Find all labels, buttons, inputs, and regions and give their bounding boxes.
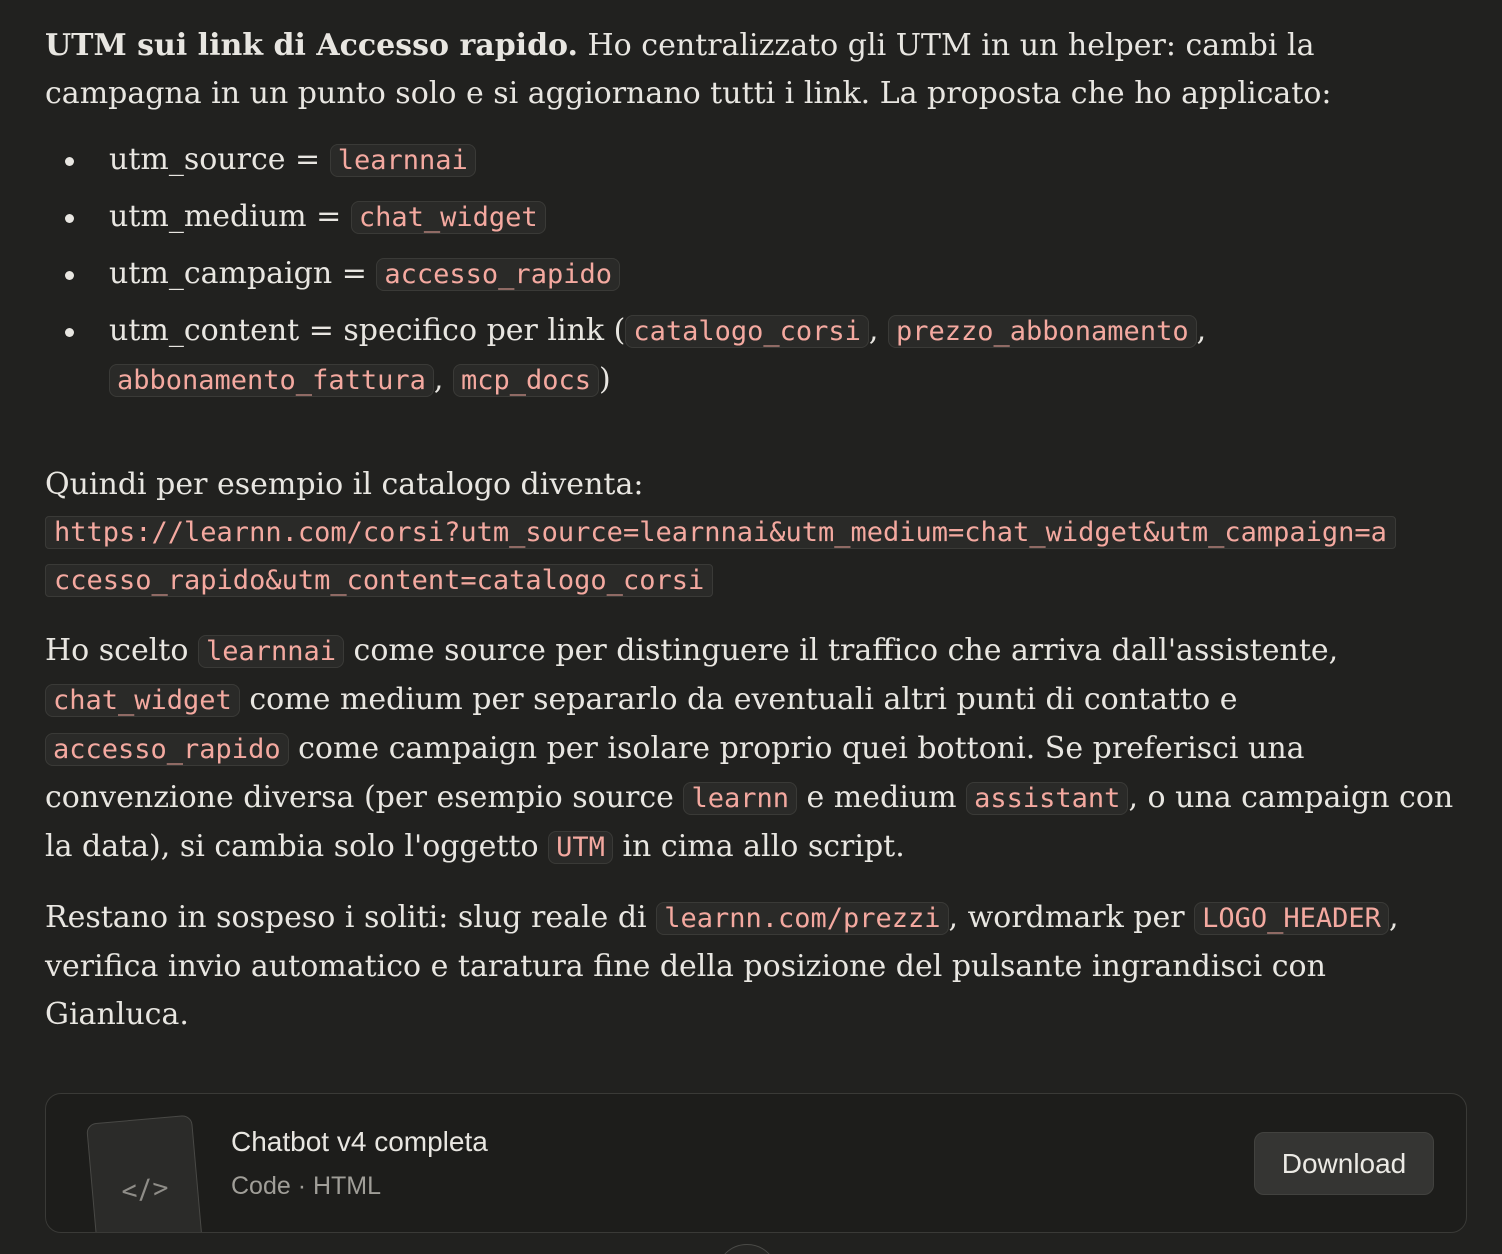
download-button[interactable]: Download: [1254, 1132, 1434, 1195]
list-item: utm_content = specifico per link (catalo…: [65, 307, 1465, 405]
list-item: utm_campaign = accesso_rapido: [65, 250, 1465, 299]
inline-code: LOGO_HEADER: [1194, 902, 1389, 935]
code-icon: </>: [86, 1114, 204, 1232]
inline-code: chat_widget: [45, 684, 240, 717]
inline-code: accesso_rapido: [45, 733, 289, 766]
inline-code: learnn.com/prezzi: [656, 902, 949, 935]
inline-code: learnnai: [197, 635, 345, 668]
artifact-title: Chatbot v4 completa: [231, 1126, 488, 1157]
inline-code: chat_widget: [350, 201, 546, 234]
intro-paragraph: UTM sui link di Accesso rapido. Ho centr…: [45, 22, 1465, 118]
pending-paragraph: Restano in sospeso i soliti: slug reale …: [45, 900, 1399, 1032]
inline-code: abbonamento_fattura: [109, 364, 434, 397]
message-content: UTM sui link di Accesso rapido. Ho centr…: [45, 22, 1465, 1039]
inline-code: accesso_rapido: [376, 258, 620, 291]
intro-heading: UTM sui link di Accesso rapido.: [45, 28, 578, 63]
choice-paragraph: Ho scelto learnnai come source per disti…: [45, 633, 1454, 864]
utm-list: utm_source = learnnai utm_medium = chat_…: [45, 136, 1465, 405]
inline-code: learnn: [683, 782, 797, 815]
inline-code: catalogo_corsi: [625, 315, 869, 348]
inline-code: prezzo_abbonamento: [887, 315, 1197, 348]
inline-code: assistant: [966, 782, 1129, 815]
list-item: utm_source = learnnai: [65, 136, 1465, 185]
inline-code: UTM: [548, 831, 613, 864]
example-url: https://learnn.com/corsi?utm_source=lear…: [45, 509, 1396, 605]
list-item: utm_medium = chat_widget: [65, 193, 1465, 242]
example-intro: Quindi per esempio il catalogo diventa:: [45, 467, 644, 502]
inline-code: mcp_docs: [452, 364, 599, 397]
inline-code: learnnai: [329, 144, 476, 177]
artifact-card[interactable]: </> Chatbot v4 completa Code · HTML Down…: [45, 1093, 1467, 1233]
scroll-down-button[interactable]: [716, 1244, 778, 1254]
artifact-meta: Code · HTML: [231, 1172, 382, 1200]
